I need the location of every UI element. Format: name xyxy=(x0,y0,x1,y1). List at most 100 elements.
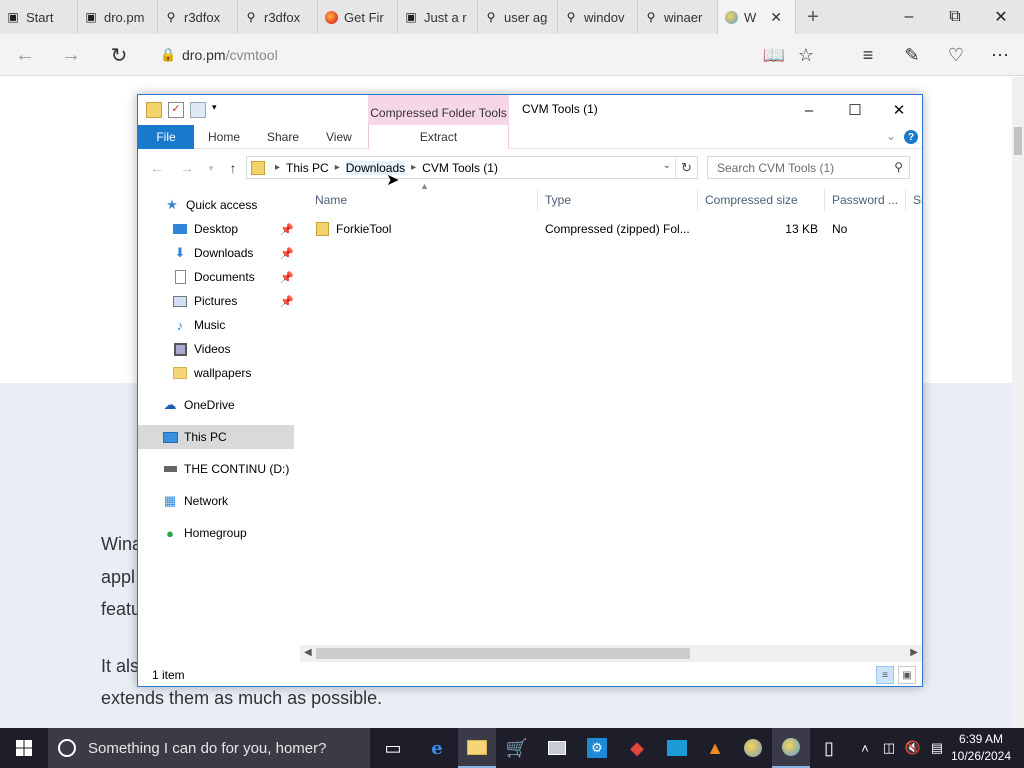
start-button[interactable] xyxy=(0,728,48,768)
remote-app-icon[interactable]: ◆ xyxy=(618,728,656,768)
pin-icon[interactable]: 📌 xyxy=(280,247,294,260)
tab-get-firefox[interactable]: Get Fir xyxy=(318,0,398,34)
nav-documents[interactable]: Documents 📌 xyxy=(138,265,294,289)
show-hidden-icons-icon[interactable]: ˄ xyxy=(856,728,874,768)
new-tab-button[interactable]: + xyxy=(796,0,830,34)
favorite-star-icon[interactable]: ☆ xyxy=(790,41,822,69)
nav-music[interactable]: ♪ Music xyxy=(138,313,294,337)
nav-wallpapers[interactable]: wallpapers xyxy=(138,361,294,385)
new-folder-icon[interactable] xyxy=(190,102,206,118)
explorer-maximize-button[interactable]: ☐ xyxy=(832,95,878,125)
volume-muted-icon[interactable]: 🔇 xyxy=(902,728,924,768)
tab-windows[interactable]: ⚲ windov xyxy=(558,0,638,34)
hub-icon[interactable]: ≡ xyxy=(852,41,884,69)
minimize-button[interactable]: – xyxy=(886,0,932,34)
tab-start[interactable]: ▣ Start xyxy=(0,0,78,34)
breadcrumb[interactable]: ▸ This PC ▸ Downloads ▸ CVM Tools (1) ⌄ … xyxy=(246,156,698,179)
tab-active[interactable]: W ✕ xyxy=(718,0,796,34)
nav-onedrive[interactable]: ☁ OneDrive xyxy=(138,393,294,417)
help-icon[interactable]: ? xyxy=(904,130,918,144)
scroll-left-icon[interactable]: ◀ xyxy=(304,647,312,658)
restore-button[interactable]: ⧉ xyxy=(932,0,978,34)
scrollbar-thumb[interactable] xyxy=(316,648,690,659)
tab-extract[interactable]: Extract xyxy=(368,125,509,149)
column-password[interactable]: Password ... xyxy=(825,189,906,211)
tab-user-agent[interactable]: ⚲ user ag xyxy=(478,0,558,34)
web-note-icon[interactable]: ✎ xyxy=(896,41,928,69)
breadcrumb-this-pc[interactable]: This PC xyxy=(286,161,329,175)
page-icon: ▣ xyxy=(405,10,417,24)
tab-r3dfox-2[interactable]: ⚲ r3dfox xyxy=(238,0,318,34)
edge-icon[interactable]: e xyxy=(418,728,456,768)
address-field[interactable]: 🔒 dro.pm/cvmtool xyxy=(160,40,760,70)
drive-icon xyxy=(162,461,178,477)
vlc-icon[interactable]: ▲ xyxy=(696,728,734,768)
refresh-icon[interactable]: ↻ xyxy=(675,157,697,178)
large-icons-view-icon[interactable]: ▣ xyxy=(898,666,916,684)
network-tray-icon[interactable]: ◫ xyxy=(878,728,900,768)
browser-taskbar-icon[interactable] xyxy=(772,728,810,768)
file-explorer-taskbar-icon[interactable] xyxy=(458,728,496,768)
search-box[interactable]: Search CVM Tools (1) ⚲ xyxy=(707,156,910,179)
tab-r3dfox-1[interactable]: ⚲ r3dfox xyxy=(158,0,238,34)
nav-downloads[interactable]: ⬇ Downloads 📌 xyxy=(138,241,294,265)
column-compressed-size[interactable]: Compressed size xyxy=(698,189,825,211)
remote-desktop-icon[interactable] xyxy=(658,728,696,768)
page-scrollbar[interactable] xyxy=(1012,77,1024,728)
forward-button[interactable]: → xyxy=(56,41,86,69)
column-type[interactable]: Type xyxy=(538,189,698,211)
file-row[interactable]: ForkieTool Compressed (zipped) Fol... 13… xyxy=(308,218,922,240)
horizontal-scrollbar[interactable]: ◀ ▶ xyxy=(300,645,922,662)
settings-app-icon[interactable]: ⚙ xyxy=(578,728,616,768)
pin-icon[interactable]: 📌 xyxy=(280,223,294,236)
action-center-icon[interactable]: ▤ xyxy=(926,728,948,768)
reading-view-icon[interactable]: 📖 xyxy=(758,41,790,69)
column-name[interactable]: Name xyxy=(308,189,538,211)
pin-icon[interactable]: 📌 xyxy=(280,295,294,308)
scrollbar-thumb[interactable] xyxy=(1014,127,1022,155)
recent-locations-icon[interactable]: ▾ xyxy=(200,158,222,178)
close-tab-icon[interactable]: ✕ xyxy=(770,9,782,26)
tab-view[interactable]: View xyxy=(326,125,352,149)
details-view-icon[interactable]: ≡ xyxy=(876,666,894,684)
nav-pictures[interactable]: Pictures 📌 xyxy=(138,289,294,313)
nav-homegroup[interactable]: ● Homegroup xyxy=(138,521,294,545)
back-arrow-icon[interactable]: ← xyxy=(146,158,168,178)
store-icon[interactable]: 🛒 xyxy=(498,728,536,768)
tab-home[interactable]: Home xyxy=(208,125,240,149)
tab-winaero[interactable]: ⚲ winaer xyxy=(638,0,718,34)
app-window-icon[interactable] xyxy=(538,728,576,768)
clock[interactable]: 6:39 AM 10/26/2024 xyxy=(948,731,1014,765)
properties-icon[interactable]: ✓ xyxy=(168,102,184,118)
breadcrumb-current[interactable]: CVM Tools (1) xyxy=(422,161,498,175)
task-view-icon[interactable]: ▭ xyxy=(374,728,412,768)
scroll-right-icon[interactable]: ▶ xyxy=(910,647,918,658)
refresh-button[interactable]: ↻ xyxy=(104,41,134,69)
forward-arrow-icon[interactable]: → xyxy=(176,158,198,178)
close-window-button[interactable]: ✕ xyxy=(978,0,1024,34)
column-size[interactable]: Si xyxy=(906,189,922,211)
nav-desktop[interactable]: Desktop 📌 xyxy=(138,217,294,241)
tab-file[interactable]: File xyxy=(138,125,194,149)
app-icon[interactable] xyxy=(734,728,772,768)
customize-qat-icon[interactable]: ▾ xyxy=(212,102,220,118)
back-button[interactable]: ← xyxy=(10,41,40,69)
tab-dropm[interactable]: ▣ dro.pm xyxy=(78,0,158,34)
cortana-search-box[interactable]: Something I can do for you, homer? xyxy=(48,728,370,768)
nav-videos[interactable]: Videos xyxy=(138,337,294,361)
nav-this-pc[interactable]: This PC xyxy=(138,425,294,449)
tab-share[interactable]: Share xyxy=(267,125,299,149)
tab-just-a-r[interactable]: ▣ Just a r xyxy=(398,0,478,34)
nav-drive-d[interactable]: THE CONTINU (D:) xyxy=(138,457,294,481)
address-history-icon[interactable]: ⌄ xyxy=(663,160,671,171)
pin-icon[interactable]: 📌 xyxy=(280,271,294,284)
share-icon[interactable]: ♡ xyxy=(940,41,972,69)
explorer-close-button[interactable]: ✕ xyxy=(876,95,922,125)
explorer-minimize-button[interactable]: – xyxy=(786,95,832,125)
nav-network[interactable]: ▦ Network xyxy=(138,489,294,513)
up-arrow-icon[interactable]: ↑ xyxy=(222,158,244,178)
more-icon[interactable]: ⋯ xyxy=(984,41,1016,69)
usb-device-icon[interactable]: ▯ xyxy=(810,728,848,768)
expand-ribbon-icon[interactable]: ⌄ xyxy=(886,129,896,143)
nav-quick-access[interactable]: ★ Quick access xyxy=(138,193,294,217)
